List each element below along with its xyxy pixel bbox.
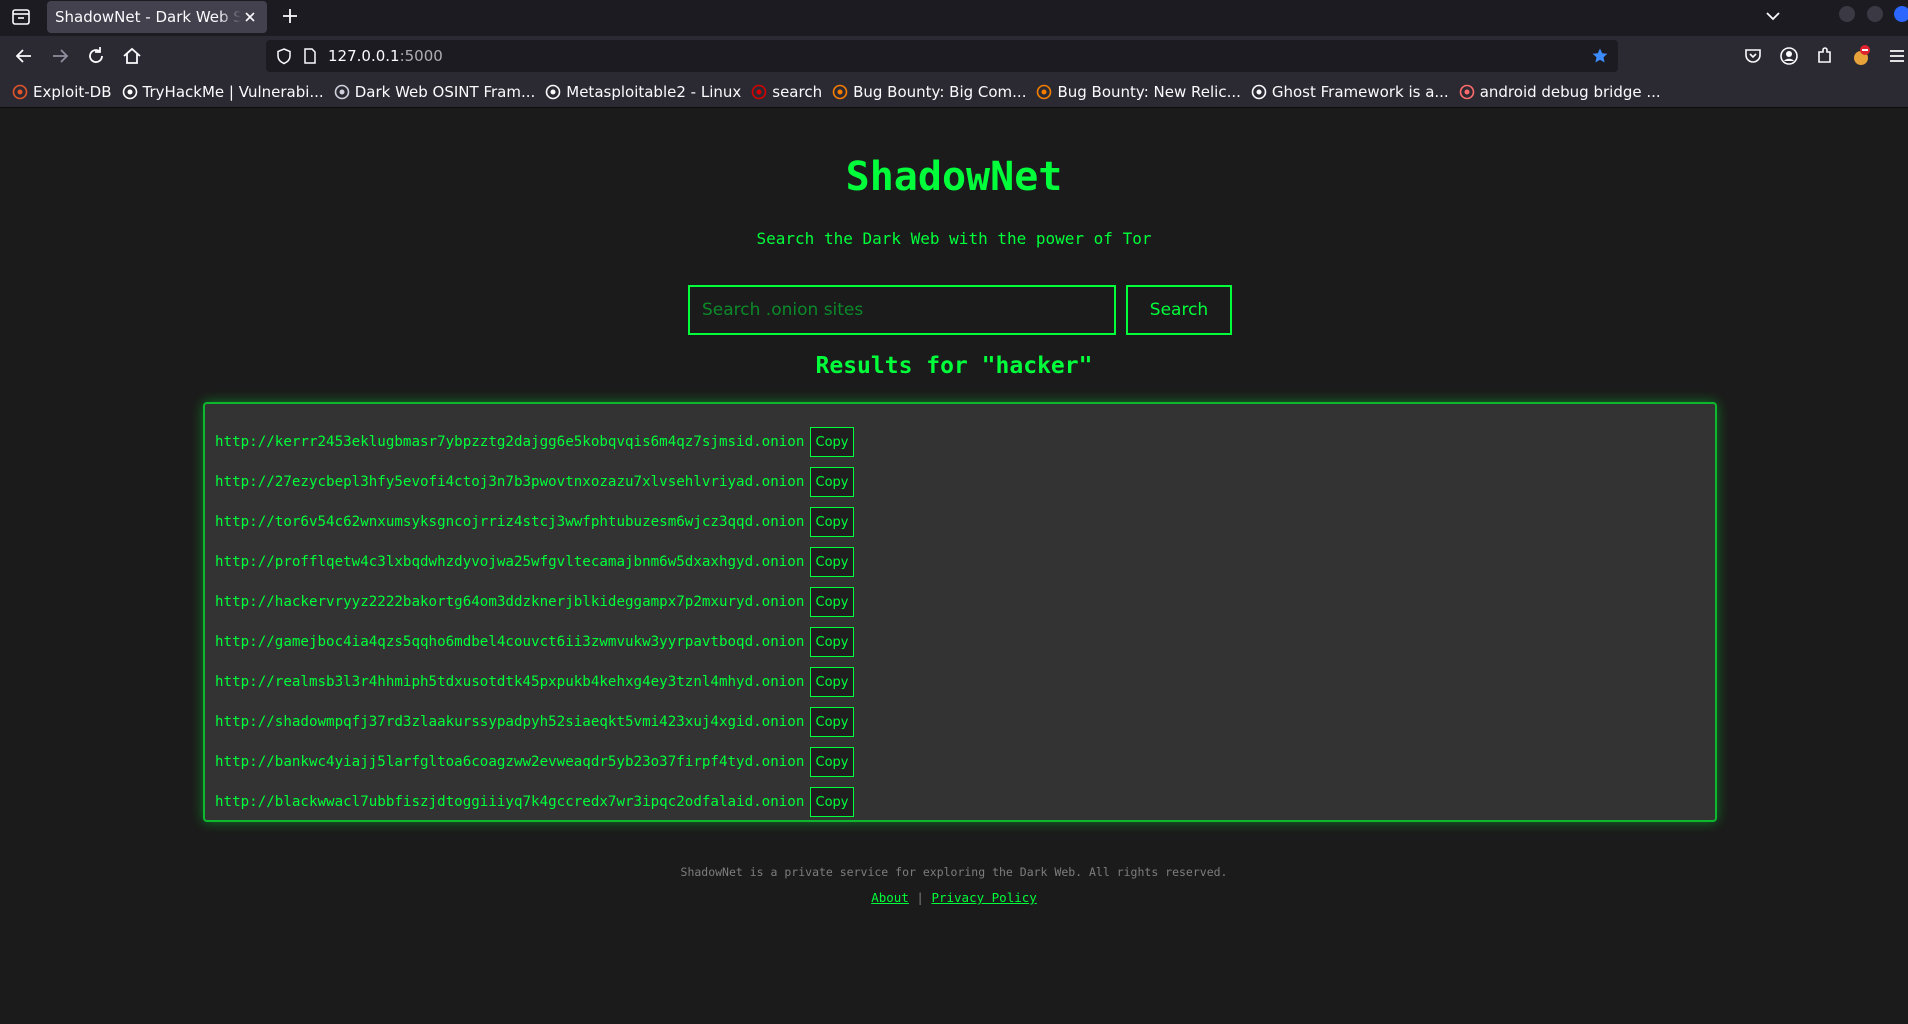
reload-icon[interactable] [84, 44, 108, 68]
result-row: http://bankwc4yiajj5larfgltoa6coagzww2ev… [215, 742, 1715, 782]
bookmark-label: search [772, 82, 823, 101]
footer-separator: | [916, 890, 924, 905]
copy-button[interactable]: Copy [810, 547, 854, 577]
address-bar[interactable]: 127.0.0.1:5000 [266, 40, 1618, 72]
page-content: ShadowNet Search the Dark Web with the p… [0, 108, 1908, 1024]
onion-result-link[interactable]: http://27ezycbepl3hfy5evofi4ctoj3n7b3pwo… [215, 474, 810, 490]
maximize-window-button[interactable] [1867, 6, 1883, 22]
android-icon [1459, 84, 1475, 100]
tab-title: ShadowNet - Dark Web Sear [55, 8, 241, 26]
copy-button[interactable]: Copy [810, 427, 854, 457]
footer-text: ShadowNet is a private service for explo… [680, 865, 1228, 879]
minimize-window-button[interactable] [1839, 6, 1855, 22]
onion-result-link[interactable]: http://tor6v54c62wnxumsyksgncojrriz4stcj… [215, 514, 810, 530]
active-tab[interactable]: ShadowNet - Dark Web Sear [47, 1, 267, 33]
account-icon[interactable] [1777, 44, 1801, 68]
browser-nav-bar: 127.0.0.1:5000 [0, 36, 1908, 76]
url-host: 127.0.0.1 [328, 47, 400, 65]
result-row: http://gamejboc4ia4qzs5qqho6mdbel4couvct… [215, 622, 1715, 662]
github-icon [1251, 84, 1267, 100]
bookmark-item[interactable]: Metasploitable2 - Linux [545, 83, 741, 101]
extensions-icon[interactable] [1813, 44, 1837, 68]
exploit-db-icon [12, 84, 28, 100]
bookmark-label: Dark Web OSINT Fram... [354, 82, 536, 101]
bookmark-item[interactable]: Bug Bounty: Big Com... [832, 83, 1026, 101]
result-row: http://27ezycbepl3hfy5evofi4ctoj3n7b3pwo… [215, 462, 1715, 502]
site-tagline: Search the Dark Web with the power of To… [756, 229, 1152, 248]
bookmark-label: TryHackMe | Vulnerabi... [142, 82, 324, 101]
blogger-icon [832, 84, 848, 100]
hamburger-menu-icon[interactable] [1885, 44, 1908, 68]
url-port: :5000 [399, 47, 443, 65]
copy-button[interactable]: Copy [810, 787, 854, 817]
onion-result-link[interactable]: http://kerrr2453eklugbmasr7ybpzztg2dajgg… [215, 434, 810, 450]
copy-button[interactable]: Copy [810, 587, 854, 617]
copy-button[interactable]: Copy [810, 747, 854, 777]
bookmark-label: Metasploitable2 - Linux [566, 82, 742, 101]
back-arrow-icon[interactable] [12, 44, 36, 68]
bookmark-star-icon[interactable] [1591, 47, 1609, 65]
onion-result-link[interactable]: http://hackervryyz2222bakortg64om3ddzkne… [215, 594, 810, 610]
copy-button[interactable]: Copy [810, 707, 854, 737]
tab-overview-icon[interactable] [10, 6, 32, 28]
onion-result-link[interactable]: http://realmsb3l3r4hhmiph5tdxusotdtk45px… [215, 674, 810, 690]
privacy-policy-link[interactable]: Privacy Policy [931, 890, 1036, 905]
result-row: http://realmsb3l3r4hhmiph5tdxusotdtk45px… [215, 662, 1715, 702]
bookmark-item[interactable]: search [751, 83, 822, 101]
forward-arrow-icon[interactable] [48, 44, 72, 68]
bookmark-label: Exploit-DB [33, 82, 112, 101]
bookmarks-toolbar: Exploit-DB TryHackMe | Vulnerabi... Dark W… [0, 76, 1908, 108]
onion-result-link[interactable]: http://profflqetw4c3lxbqdwhzdyvojwa25wfg… [215, 554, 810, 570]
page-info-icon[interactable] [301, 47, 319, 65]
tryhackme-icon [122, 84, 138, 100]
results-heading: Results for "hacker" [815, 353, 1093, 379]
about-link[interactable]: About [871, 890, 909, 905]
onion-result-link[interactable]: http://gamejboc4ia4qzs5qqho6mdbel4couvct… [215, 634, 810, 650]
onion-result-link[interactable]: http://shadowmpqfj37rd3zlaakurssypadpyh5… [215, 714, 810, 730]
footer-links: About | Privacy Policy [0, 890, 1908, 905]
bookmark-item[interactable]: Bug Bounty: New Relic... [1036, 82, 1241, 101]
search-site-icon [751, 84, 767, 100]
shield-icon[interactable] [275, 47, 293, 65]
browser-tab-bar: ShadowNet - Dark Web Sear [0, 0, 1908, 36]
bookmark-item[interactable]: Ghost Framework is a... [1251, 83, 1449, 101]
home-icon[interactable] [120, 44, 144, 68]
search-input[interactable] [688, 285, 1116, 335]
result-row: http://shadowmpqfj37rd3zlaakurssypadpyh5… [215, 702, 1715, 742]
copy-button[interactable]: Copy [810, 467, 854, 497]
bookmark-label: Bug Bounty: New Relic... [1057, 82, 1241, 101]
extension-badge-icon[interactable] [1849, 44, 1873, 68]
pocket-icon[interactable] [1741, 44, 1765, 68]
chevron-down-icon[interactable] [1762, 5, 1784, 27]
new-tab-icon[interactable] [279, 5, 301, 27]
copy-button[interactable]: Copy [810, 667, 854, 697]
bookmark-label: Bug Bounty: Big Com... [853, 82, 1027, 101]
result-row: http://hackervryyz2222bakortg64om3ddzkne… [215, 582, 1715, 622]
copy-button[interactable]: Copy [810, 627, 854, 657]
terminal-icon [334, 84, 350, 100]
results-panel: http://kerrr2453eklugbmasr7ybpzztg2dajgg… [203, 402, 1717, 822]
site-title: ShadowNet [845, 154, 1063, 200]
globe-icon [545, 84, 561, 100]
bookmark-item[interactable]: TryHackMe | Vulnerabi... [122, 83, 324, 101]
close-window-button[interactable] [1894, 6, 1908, 22]
copy-button[interactable]: Copy [810, 507, 854, 537]
result-row: http://tor6v54c62wnxumsyksgncojrriz4stcj… [215, 502, 1715, 542]
result-row: http://profflqetw4c3lxbqdwhzdyvojwa25wfg… [215, 542, 1715, 582]
onion-result-link[interactable]: http://bankwc4yiajj5larfgltoa6coagzww2ev… [215, 754, 810, 770]
search-button[interactable]: Search [1126, 285, 1232, 335]
blogger-icon [1036, 84, 1052, 100]
bookmark-label: android debug bridge ... [1479, 82, 1661, 101]
close-tab-icon[interactable] [241, 8, 259, 26]
url-text: 127.0.0.1:5000 [328, 47, 443, 65]
bookmark-label: Ghost Framework is a... [1271, 82, 1449, 101]
onion-result-link[interactable]: http://blackwwacl7ubbfiszjdtoggiiiyq7k4g… [215, 794, 810, 810]
result-row: http://kerrr2453eklugbmasr7ybpzztg2dajgg… [215, 422, 1715, 462]
bookmark-item[interactable]: Exploit-DB [12, 83, 112, 101]
bookmark-item[interactable]: Dark Web OSINT Fram... [334, 82, 536, 101]
result-row: http://blackwwacl7ubbfiszjdtoggiiiyq7k4g… [215, 782, 1715, 822]
bookmark-item[interactable]: android debug bridge ... [1459, 83, 1661, 101]
